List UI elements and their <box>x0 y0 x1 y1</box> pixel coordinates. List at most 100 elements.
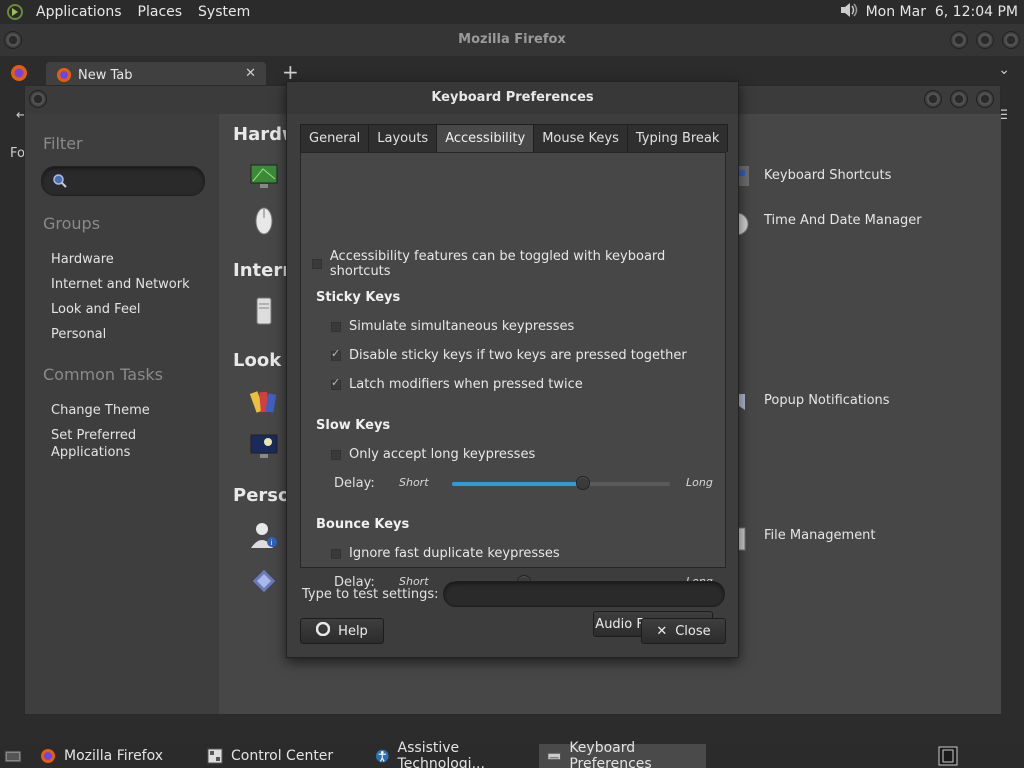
file-management-label[interactable]: File Management <box>764 528 876 543</box>
close-icon: ✕ <box>656 623 668 639</box>
popup-notifications-label[interactable]: Popup Notifications <box>764 393 890 408</box>
slow-short-label: Short <box>399 476 429 489</box>
window-menu-icon[interactable] <box>4 31 22 49</box>
test-settings-input[interactable] <box>443 581 725 607</box>
checkbox-unchecked[interactable] <box>331 449 341 460</box>
bottom-panel: Mozilla Firefox Control Center Assistive… <box>0 740 1024 768</box>
tab-typing-break[interactable]: Typing Break <box>626 124 729 152</box>
ignore-fast-label: Ignore fast duplicate keypresses <box>349 546 560 561</box>
toggle-shortcuts-label: Accessibility features can be toggled wi… <box>329 249 666 279</box>
check-mark-icon: ✓ <box>331 375 341 389</box>
checkbox-checked[interactable]: ✓ <box>331 376 341 390</box>
accessibility-icon <box>375 749 389 763</box>
main-menu-icon[interactable] <box>6 3 28 21</box>
network-device-icon[interactable] <box>249 296 279 326</box>
help-label: Help <box>338 623 368 639</box>
taskbar-assistive[interactable]: Assistive Technologi... <box>367 740 537 768</box>
control-center-icon <box>207 748 223 764</box>
display-icon[interactable] <box>249 162 279 192</box>
firefox-window-title: Mozilla Firefox <box>458 32 566 47</box>
applications-menu[interactable]: Applications <box>28 4 130 20</box>
checkbox-unchecked[interactable] <box>331 548 341 559</box>
keyboard-icon <box>547 752 561 761</box>
disable-sticky-checkbox[interactable]: ✓ Disable sticky keys if two keys are pr… <box>331 347 687 363</box>
show-desktop-icon[interactable] <box>4 747 22 768</box>
maximize-icon[interactable] <box>950 90 968 108</box>
disable-sticky-label: Disable sticky keys if two keys are pres… <box>349 348 687 363</box>
mouse-icon[interactable] <box>249 206 279 236</box>
tab-accessibility[interactable]: Accessibility <box>436 124 535 153</box>
keyring-icon[interactable] <box>249 566 279 596</box>
category-personal: Perso <box>233 485 291 506</box>
only-long-checkbox[interactable]: Only accept long keypresses <box>331 447 535 462</box>
clock[interactable]: Mon Mar 6, 12:04 PM <box>866 4 1018 20</box>
places-menu[interactable]: Places <box>130 4 191 20</box>
dialog-title[interactable]: Keyboard Preferences <box>287 82 738 114</box>
sticky-keys-heading: Sticky Keys <box>316 290 401 305</box>
group-look-and-feel[interactable]: Look and Feel <box>51 302 141 317</box>
close-tab-icon[interactable]: ✕ <box>245 66 256 81</box>
checkbox-unchecked[interactable] <box>312 259 322 269</box>
list-tabs-chevron-icon[interactable]: ⌄ <box>998 62 1010 78</box>
volume-icon[interactable] <box>838 0 858 24</box>
top-panel: Applications Places System Mon Mar 6, 12… <box>0 0 1024 24</box>
tab-title: New Tab <box>78 67 133 83</box>
help-icon <box>315 621 331 640</box>
group-hardware[interactable]: Hardware <box>51 252 114 267</box>
window-menu-icon[interactable] <box>29 90 47 108</box>
firefox-icon <box>41 749 55 763</box>
minimize-icon[interactable] <box>924 90 942 108</box>
latch-checkbox[interactable]: ✓ Latch modifiers when pressed twice <box>331 376 583 392</box>
test-settings-label: Type to test settings: <box>302 587 439 602</box>
system-menu[interactable]: System <box>190 4 258 20</box>
group-personal[interactable]: Personal <box>51 327 106 342</box>
filter-input[interactable] <box>41 166 205 196</box>
check-mark-icon: ✓ <box>331 346 341 360</box>
close-button[interactable]: ✕ Close <box>641 618 726 644</box>
simulate-checkbox[interactable]: Simulate simultaneous keypresses <box>331 319 574 334</box>
group-internet[interactable]: Internet and Network <box>51 277 190 292</box>
dialog-tabs: General Layouts Accessibility Mouse Keys… <box>300 124 729 153</box>
tab-general[interactable]: General <box>300 124 370 152</box>
time-date-label[interactable]: Time And Date Manager <box>764 213 922 228</box>
slider-fill <box>452 482 583 486</box>
only-long-label: Only accept long keypresses <box>349 447 536 462</box>
firefox-logo-icon[interactable] <box>10 64 28 86</box>
slow-delay-slider[interactable] <box>452 476 670 490</box>
help-button[interactable]: Help <box>300 618 384 644</box>
task-change-theme[interactable]: Change Theme <box>51 403 150 418</box>
simulate-label: Simulate simultaneous keypresses <box>349 319 575 334</box>
nav-partial-text: Fo <box>10 146 25 161</box>
maximize-icon[interactable] <box>976 31 994 49</box>
taskbar-firefox-label: Mozilla Firefox <box>64 748 164 764</box>
close-window-icon[interactable] <box>976 90 994 108</box>
close-window-icon[interactable] <box>1002 31 1020 49</box>
common-tasks-heading: Common Tasks <box>43 365 164 384</box>
checkbox-checked[interactable]: ✓ <box>331 347 341 361</box>
tab-mouse-keys[interactable]: Mouse Keys <box>533 124 628 152</box>
workspace-switcher-icon[interactable] <box>938 746 958 768</box>
about-me-icon[interactable]: i <box>249 520 279 550</box>
close-label: Close <box>675 623 711 639</box>
checkbox-unchecked[interactable] <box>331 321 341 332</box>
slow-long-label: Long <box>686 476 713 489</box>
svg-text:i: i <box>271 539 273 547</box>
toggle-shortcuts-checkbox[interactable]: Accessibility features can be toggled wi… <box>312 249 725 279</box>
taskbar-keyboard-prefs[interactable]: Keyboard Preferences <box>539 740 706 768</box>
tab-layouts[interactable]: Layouts <box>368 124 438 152</box>
theme-palette-icon[interactable] <box>249 386 279 416</box>
tab-favicon-icon <box>57 68 71 82</box>
screensaver-icon[interactable] <box>249 432 279 462</box>
taskbar-control-center[interactable]: Control Center <box>199 744 365 768</box>
ignore-fast-checkbox[interactable]: Ignore fast duplicate keypresses <box>331 546 560 561</box>
task-set-preferred-line1[interactable]: Set Preferred <box>51 428 136 443</box>
taskbar-firefox[interactable]: Mozilla Firefox <box>32 744 198 768</box>
filter-heading: Filter <box>43 134 83 153</box>
firefox-titlebar[interactable]: Mozilla Firefox <box>0 24 1024 56</box>
top-panel-tray: Mon Mar 6, 12:04 PM <box>838 0 1018 24</box>
slider-knob[interactable] <box>576 476 590 490</box>
minimize-icon[interactable] <box>950 31 968 49</box>
task-set-preferred-line2[interactable]: Applications <box>51 445 130 460</box>
keyboard-shortcuts-label[interactable]: Keyboard Shortcuts <box>764 168 891 183</box>
slow-keys-heading: Slow Keys <box>316 418 391 433</box>
